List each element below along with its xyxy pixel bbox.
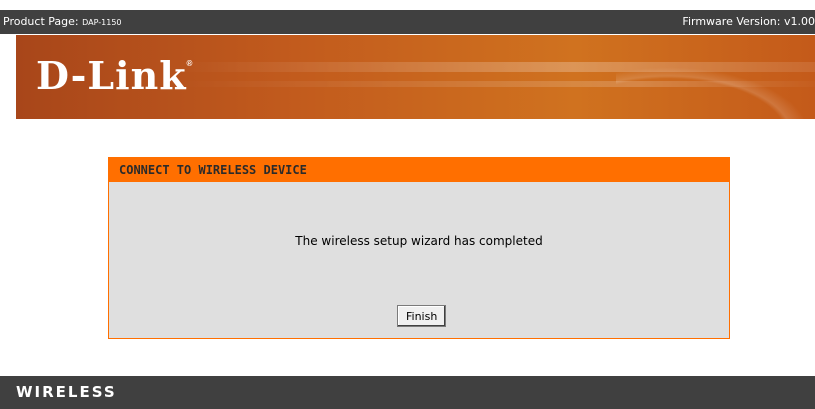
top-info-bar: Product Page: DAP-1150 Firmware Version:… (0, 10, 815, 34)
firmware-version: Firmware Version: v1.00 (682, 15, 815, 28)
product-model: DAP-1150 (82, 18, 122, 27)
footer-wireless-bar: WIRELESS (0, 376, 815, 409)
logo-text: D-Link (36, 53, 187, 98)
product-page-text: Product Page: DAP-1150 (3, 10, 122, 35)
panel-title: CONNECT TO WIRELESS DEVICE (109, 158, 729, 182)
product-page-label: Product Page: (3, 15, 83, 28)
banner-swoosh (616, 35, 815, 119)
logo-trademark: ® (186, 59, 194, 68)
connect-wireless-panel: CONNECT TO WIRELESS DEVICE The wireless … (108, 157, 730, 339)
header-banner: D-Link® (16, 35, 815, 119)
finish-button[interactable]: Finish (397, 305, 447, 327)
dlink-logo: D-Link® (36, 53, 193, 98)
completion-message: The wireless setup wizard has completed (295, 234, 543, 248)
